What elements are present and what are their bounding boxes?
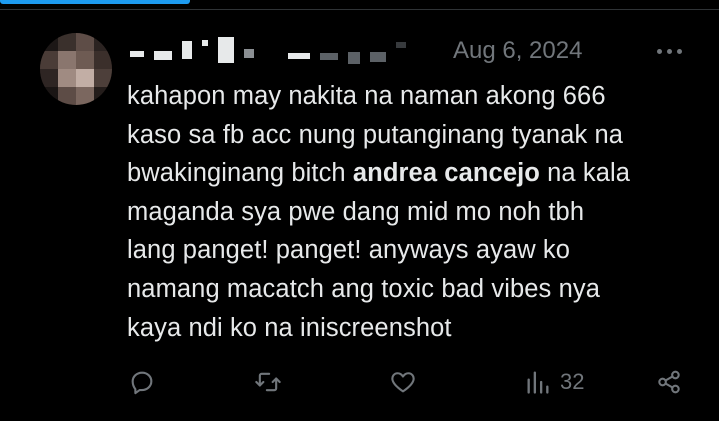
retweet-button[interactable] [254, 360, 282, 404]
action-bar: 32 [0, 360, 719, 404]
reply-icon [131, 371, 153, 395]
retweet-icon [255, 372, 281, 392]
mentioned-name: andrea cancejo [352, 159, 540, 188]
divider [0, 9, 719, 10]
share-icon [658, 370, 680, 394]
top-strip [0, 0, 719, 10]
share-button[interactable] [655, 360, 683, 404]
more-options-icon[interactable] [652, 36, 686, 66]
reply-button[interactable] [128, 360, 156, 404]
heart-icon [391, 372, 415, 393]
tweet-date[interactable]: Aug 6, 2024 [453, 37, 582, 65]
views-count: 32 [560, 369, 585, 394]
tweet-text: kahapon may nakita na naman akong 666 ka… [127, 77, 697, 347]
avatar[interactable] [40, 33, 112, 105]
display-name-redacted[interactable] [130, 34, 406, 66]
views-icon [527, 371, 549, 394]
views-stat[interactable]: 32 [524, 360, 584, 404]
accent-bar [0, 0, 190, 4]
like-button[interactable] [389, 360, 417, 404]
